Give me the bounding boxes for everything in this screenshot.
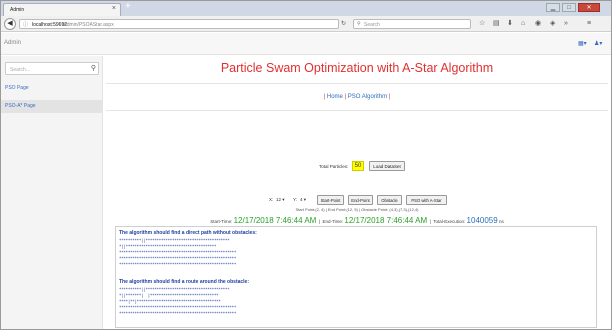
pso-astar-button[interactable]: PSO with A-Star bbox=[406, 195, 447, 205]
sidebar-item-pso-astar-page[interactable]: PSO-A* Page bbox=[1, 100, 102, 113]
obstacle-button[interactable]: Obstacle bbox=[377, 195, 402, 205]
sidebar-search-input[interactable]: Search... ⚲ bbox=[5, 62, 99, 75]
timing-line: Start-Time: 12/17/2018 7:46:44 AM | End-… bbox=[210, 216, 504, 225]
home-icon[interactable]: ⌂ bbox=[521, 19, 525, 29]
section-heading-obstacle: The algorithm should find a route around… bbox=[119, 279, 250, 285]
total-particles-label: Total Particles: bbox=[319, 164, 349, 169]
breadcrumb: | Home | PSO Algorithm | bbox=[103, 94, 611, 100]
close-tab-icon[interactable]: × bbox=[112, 5, 116, 12]
start-point-button[interactable]: Start-Point bbox=[317, 195, 344, 205]
exec-unit: ns bbox=[498, 219, 504, 224]
grid-row: ****************************************… bbox=[119, 305, 237, 310]
download-icon[interactable]: ⬇ bbox=[507, 19, 513, 29]
url-path: /Admin/PSOAStar.aspx bbox=[62, 21, 114, 28]
minimize-button[interactable]: ▁ bbox=[546, 3, 560, 12]
grid-row: ****|**|********************************… bbox=[119, 299, 221, 304]
sidebar-item-pso-page[interactable]: PSO Page bbox=[1, 82, 102, 95]
grid-row: *||*******| |***************************… bbox=[119, 293, 219, 298]
reload-icon[interactable]: ↻ bbox=[341, 19, 350, 29]
app-header: Admin ▦▾ ♟▾ bbox=[1, 33, 611, 55]
section-heading-direct: The algorithm should find a direct path … bbox=[119, 230, 257, 236]
start-time-value: 12/17/2018 7:46:44 AM bbox=[233, 216, 317, 225]
main-content: Particle Swam Optimization with A-Star A… bbox=[103, 56, 611, 329]
breadcrumb-separator: | bbox=[344, 94, 347, 100]
x-label: X: bbox=[269, 197, 274, 202]
browser-search-placeholder: Search bbox=[364, 21, 380, 28]
sidebar: Search... ⚲ PSO Page PSO-A* Page bbox=[1, 56, 103, 329]
grid-icon[interactable]: ▦▾ bbox=[578, 40, 587, 47]
breadcrumb-home-link[interactable]: Home bbox=[327, 94, 343, 100]
page-title: Particle Swam Optimization with A-Star A… bbox=[220, 61, 494, 75]
chevron-icon[interactable]: » bbox=[564, 19, 568, 29]
search-icon: ⚲ bbox=[357, 21, 361, 27]
user-icon[interactable]: ♟▾ bbox=[594, 40, 602, 47]
grid-row: *||*************************************… bbox=[119, 244, 217, 249]
y-label: Y: bbox=[293, 197, 298, 202]
menu-icon[interactable]: ≡ bbox=[587, 19, 591, 29]
reading-list-icon[interactable]: ▤ bbox=[493, 19, 500, 29]
total-particles-input[interactable]: 50 bbox=[352, 161, 364, 171]
exec-value: 1040059 bbox=[466, 216, 498, 225]
breadcrumb-separator: | bbox=[388, 94, 391, 100]
search-icon[interactable]: ⚲ bbox=[91, 64, 96, 72]
start-time-label: Start-Time: bbox=[210, 219, 233, 224]
pocket-icon[interactable]: ◉ bbox=[535, 19, 541, 29]
load-dataset-button[interactable]: Load DataSet bbox=[369, 161, 405, 171]
shield-icon[interactable]: ◈ bbox=[550, 19, 555, 29]
tab-strip: Admin × + ▁ □ ✕ bbox=[1, 1, 611, 16]
exec-label: Total-Execution: bbox=[433, 219, 466, 224]
x-select-value: 12 bbox=[276, 197, 282, 202]
info-icon[interactable]: ⓘ bbox=[23, 21, 28, 28]
grid-row: ****************************************… bbox=[119, 262, 237, 267]
end-point-button[interactable]: End-Point bbox=[348, 195, 373, 205]
sidebar-search-placeholder: Search... bbox=[10, 66, 31, 73]
x-select[interactable]: 12 ▾ bbox=[276, 196, 285, 204]
grid-row: ****************************************… bbox=[119, 311, 237, 316]
end-time-value: 12/17/2018 7:46:44 AM bbox=[344, 216, 428, 225]
tab-title: Admin bbox=[10, 7, 25, 13]
back-arrow-icon[interactable]: ◀ bbox=[4, 18, 16, 30]
divider bbox=[106, 110, 608, 111]
result-output: The algorithm should find a direct path … bbox=[115, 226, 597, 328]
breadcrumb-pso-link[interactable]: PSO Algorithm bbox=[348, 94, 387, 100]
divider bbox=[106, 83, 608, 84]
grid-row: ****************************************… bbox=[119, 250, 237, 255]
browser-search-input[interactable]: ⚲ Search bbox=[353, 19, 471, 29]
end-time-label: End-Time: bbox=[322, 219, 344, 224]
grid-row: **********||****************************… bbox=[119, 238, 230, 243]
breadcrumb-separator: | bbox=[323, 94, 326, 100]
y-select[interactable]: 4 ▾ bbox=[300, 196, 306, 204]
grid-row: **********||****************************… bbox=[119, 287, 230, 292]
browser-navbar: ◀ ⓘ localhost:59692 /Admin/PSOAStar.aspx… bbox=[1, 16, 611, 32]
window-close-button[interactable]: ✕ bbox=[578, 3, 600, 12]
new-tab-icon[interactable]: + bbox=[125, 1, 131, 12]
address-bar[interactable]: ⓘ localhost:59692 /Admin/PSOAStar.aspx bbox=[19, 19, 339, 29]
maximize-button[interactable]: □ bbox=[562, 3, 576, 12]
grid-row: ****************************************… bbox=[119, 256, 237, 261]
browser-tab[interactable]: Admin × bbox=[3, 3, 121, 16]
star-icon[interactable]: ☆ bbox=[479, 19, 485, 29]
y-select-value: 4 bbox=[300, 197, 303, 202]
brand-title[interactable]: Admin bbox=[4, 40, 21, 46]
points-summary: Start Point:(2, 4) | End Point:(12, 5) |… bbox=[295, 207, 419, 212]
